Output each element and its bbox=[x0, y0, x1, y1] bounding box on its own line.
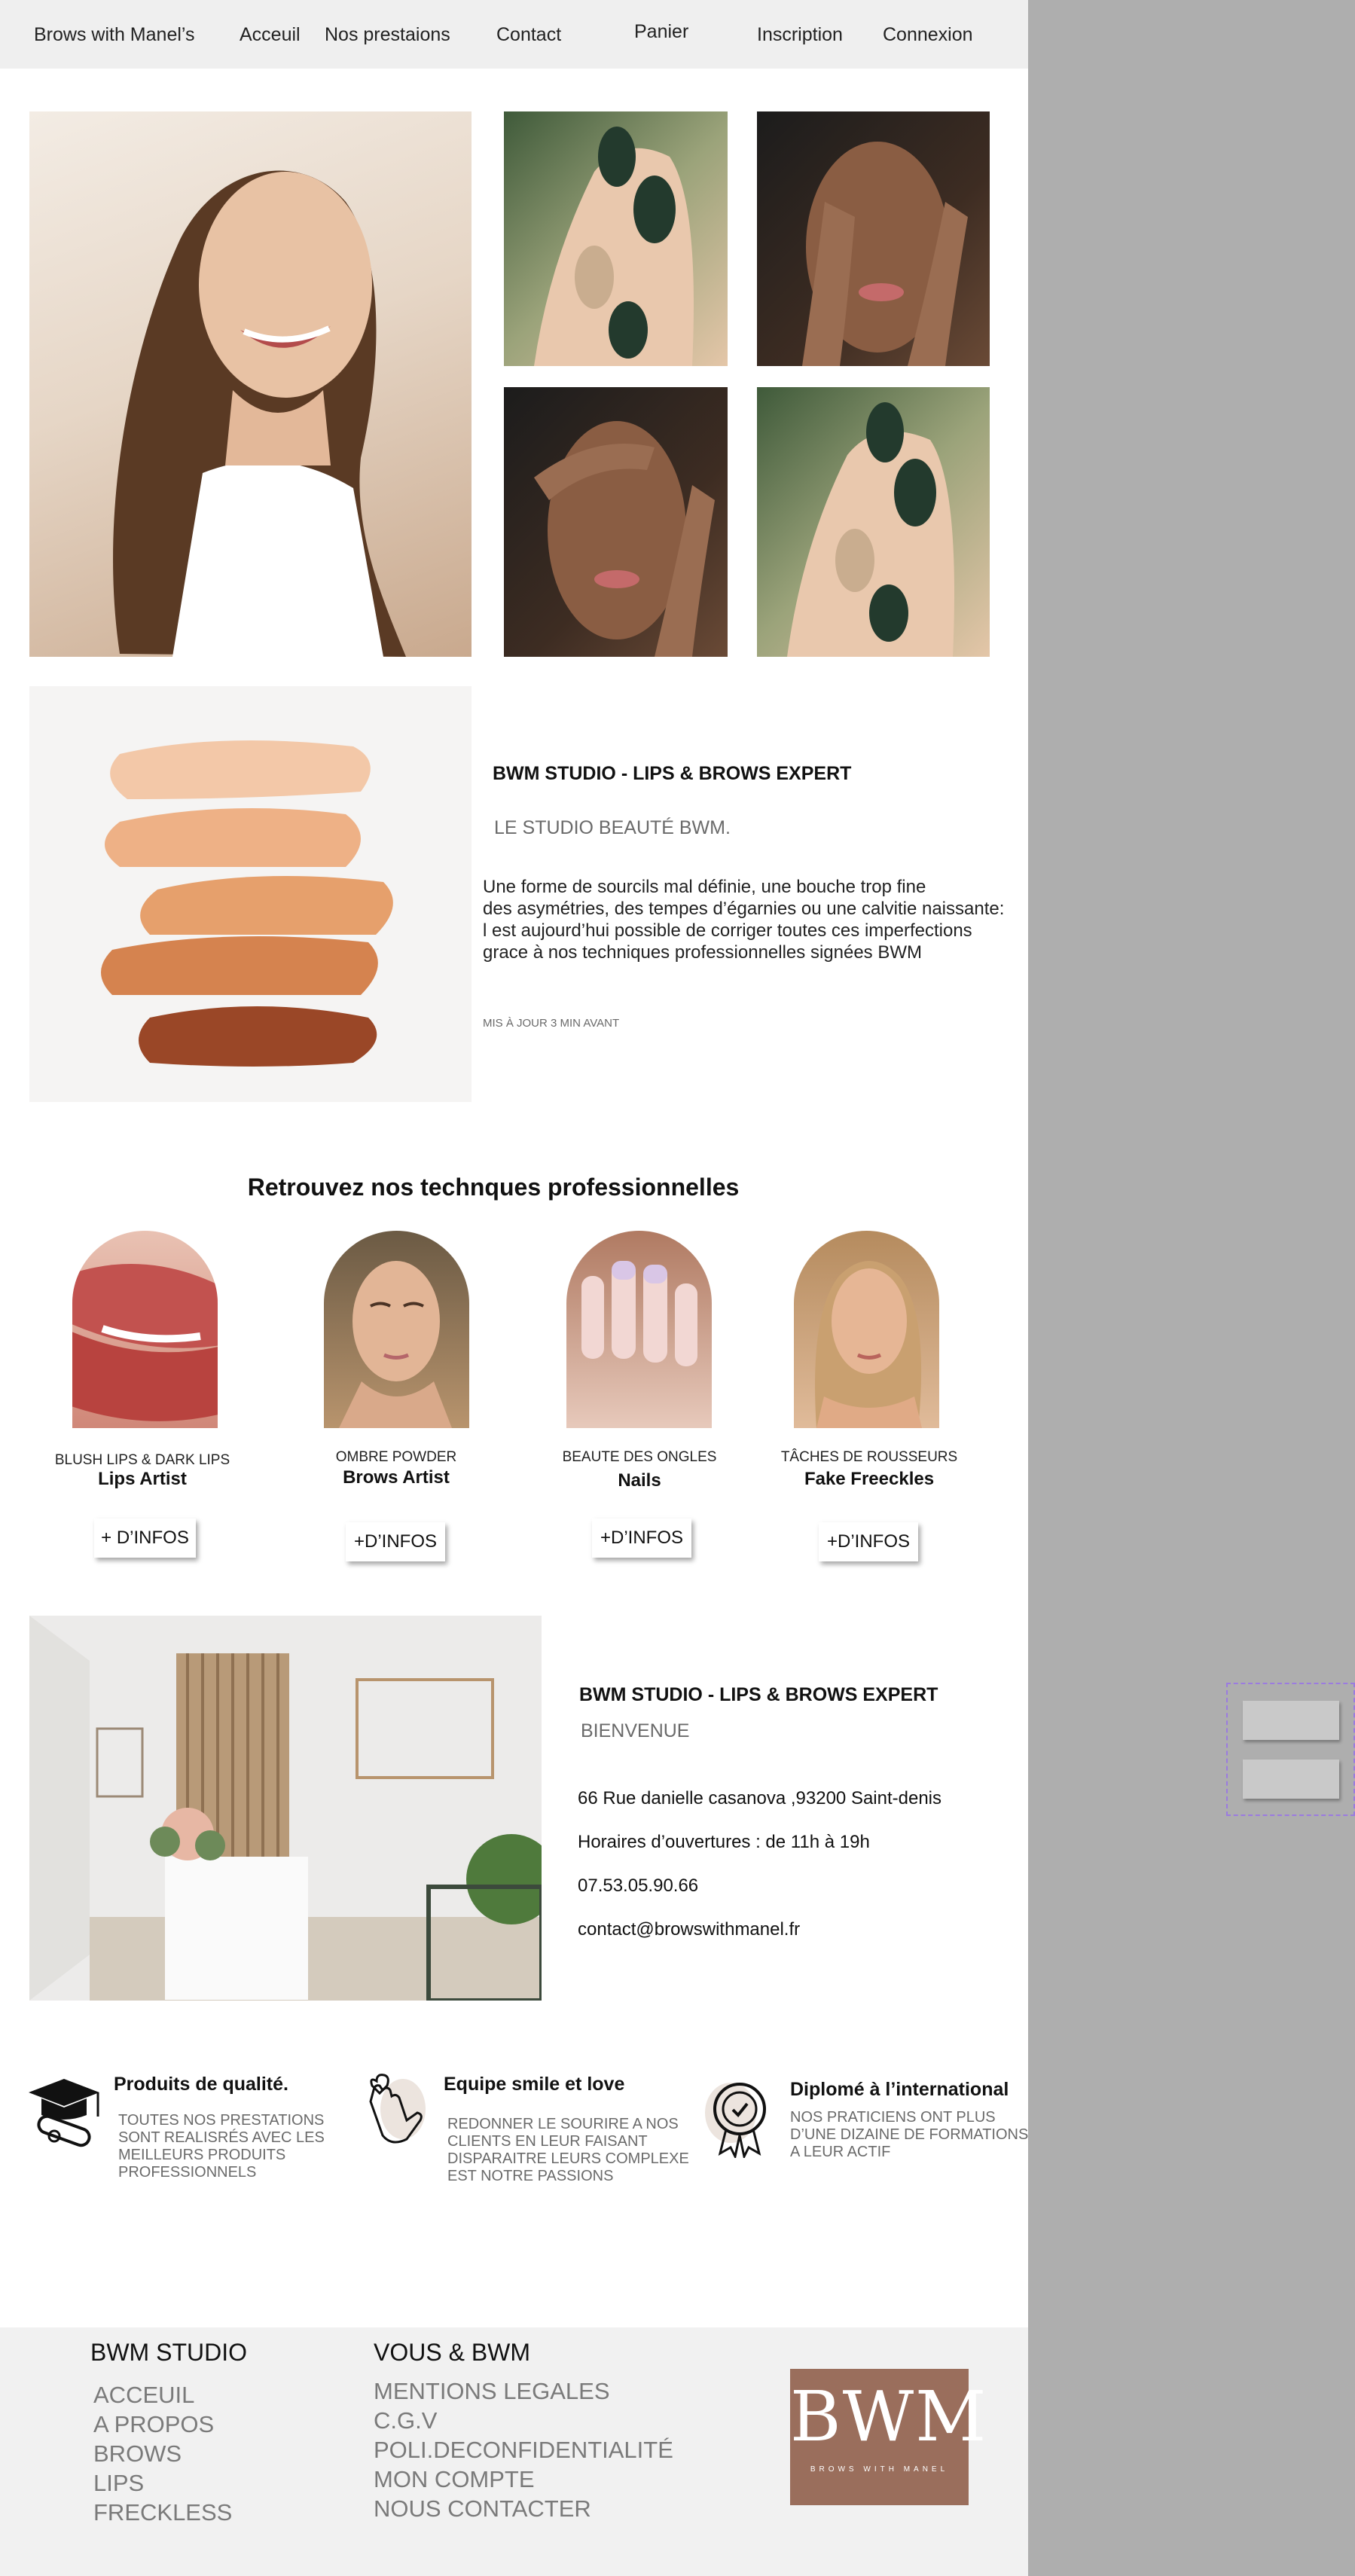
freckles-photo bbox=[794, 1231, 939, 1428]
feature-text-team: REDONNER LE SOURIRE A NOS CLIENTS EN LEU… bbox=[447, 2116, 689, 2185]
more-info-button-nails[interactable]: +D’INFOS bbox=[592, 1518, 691, 1558]
top-nav: Brows with Manel’s Acceuil Nos prestaion… bbox=[0, 0, 1028, 69]
feature-title-quality: Produits de qualité. bbox=[114, 2074, 288, 2095]
heart-hand-icon bbox=[354, 2068, 429, 2150]
nails-photo-1 bbox=[504, 111, 728, 366]
about-body-line: l est aujourd’hui possible de corriger t… bbox=[483, 920, 972, 941]
logo-text: BWM bbox=[790, 2376, 988, 2457]
feature-line: NOS PRATICIENS ONT PLUS bbox=[790, 2109, 996, 2126]
feature-text-diploma: NOS PRATICIENS ONT PLUS D’UNE DIZAINE DE… bbox=[790, 2109, 1028, 2161]
card-category-brows: OMBRE POWDER bbox=[335, 1449, 457, 1465]
feature-text-quality: TOUTES NOS PRESTATIONS SONT REALISRÉS AV… bbox=[118, 2112, 325, 2181]
footer-link-cgv[interactable]: C.G.V bbox=[374, 2407, 437, 2434]
selection-box bbox=[1226, 1683, 1355, 1816]
studio-hours: Horaires d’ouvertures : de 11h à 19h bbox=[578, 1832, 870, 1852]
brows-photo bbox=[324, 1231, 469, 1428]
card-category-lips: BLUSH LIPS & DARK LIPS bbox=[54, 1452, 230, 1468]
footer-link-confidentialite[interactable]: POLI.DECONFIDENTIALITÉ bbox=[374, 2437, 673, 2464]
nav-item-connexion[interactable]: Connexion bbox=[883, 24, 973, 46]
techniques-heading: Retrouvez nos technques professionnelles bbox=[247, 1174, 740, 1201]
feature-title-diploma: Diplomé à l’international bbox=[790, 2079, 1009, 2100]
card-name-brows: Brows Artist bbox=[343, 1467, 450, 1488]
brand-logo[interactable]: BWM BROWS WITH MANEL bbox=[790, 2369, 988, 2505]
logo-subtext: BROWS WITH MANEL bbox=[810, 2465, 949, 2474]
footer-col2-title: VOUS & BWM bbox=[374, 2339, 531, 2366]
studio-title: BWM STUDIO - LIPS & BROWS EXPERT bbox=[579, 1684, 938, 1705]
more-info-button-freckles[interactable]: +D’INFOS bbox=[819, 1522, 918, 1561]
award-badge-icon bbox=[700, 2075, 776, 2160]
card-category-freckles: TÂCHES DE ROUSSEURS bbox=[780, 1449, 958, 1465]
card-category-nails: BEAUTE DES ONGLES bbox=[562, 1449, 717, 1465]
brand-link[interactable]: Brows with Manel’s bbox=[34, 24, 195, 46]
feature-title-team: Equipe smile et love bbox=[444, 2074, 625, 2095]
feature-line: EST NOTRE PASSIONS bbox=[447, 2168, 614, 2184]
portrait-photo-hands-1 bbox=[757, 111, 990, 366]
about-body-line: des asymétries, des tempes d’égarnies ou… bbox=[483, 899, 1005, 919]
footer: BWM STUDIO ACCEUIL A PROPOS BROWS LIPS F… bbox=[0, 2327, 1028, 2576]
footer-link-brows[interactable]: BROWS bbox=[93, 2440, 182, 2468]
studio-phone[interactable]: 07.53.05.90.66 bbox=[578, 1876, 698, 1897]
lips-photo bbox=[72, 1231, 218, 1428]
card-name-nails: Nails bbox=[618, 1470, 661, 1491]
footer-link-mon-compte[interactable]: MON COMPTE bbox=[374, 2466, 535, 2493]
card-name-lips: Lips Artist bbox=[98, 1469, 187, 1489]
feature-line: REDONNER LE SOURIRE A NOS bbox=[447, 2116, 679, 2132]
feature-line: TOUTES NOS PRESTATIONS bbox=[118, 2112, 325, 2129]
nails-photo-2 bbox=[757, 387, 990, 657]
nav-item-panier[interactable]: Panier bbox=[634, 21, 688, 43]
nails-card-photo bbox=[566, 1231, 712, 1428]
feature-line: DISPARAITRE LEURS COMPLEXE bbox=[447, 2150, 689, 2167]
footer-link-a-propos[interactable]: A PROPOS bbox=[93, 2411, 214, 2438]
footer-link-acceuil[interactable]: ACCEUIL bbox=[93, 2382, 194, 2409]
foundation-swatches-photo bbox=[29, 686, 472, 1102]
nav-item-inscription[interactable]: Inscription bbox=[757, 24, 843, 46]
footer-link-mentions[interactable]: MENTIONS LEGALES bbox=[374, 2378, 610, 2405]
feature-line: A LEUR ACTIF bbox=[790, 2144, 891, 2160]
about-body: Une forme de sourcils mal définie, une b… bbox=[483, 876, 1028, 963]
nav-item-prestations[interactable]: Nos prestaions bbox=[325, 24, 450, 46]
nav-item-contact[interactable]: Contact bbox=[496, 24, 561, 46]
nav-item-acceuil[interactable]: Acceuil bbox=[240, 24, 301, 46]
footer-col1-title: BWM STUDIO bbox=[90, 2339, 247, 2366]
studio-email[interactable]: contact@browswithmanel.fr bbox=[578, 1919, 800, 1940]
about-subtitle: LE STUDIO BEAUTÉ BWM. bbox=[494, 817, 731, 838]
about-body-line: grace à nos techniques professionnelles … bbox=[483, 942, 922, 963]
portrait-photo-hands-2 bbox=[504, 387, 728, 657]
feature-line: CLIENTS EN LEUR FAISANT bbox=[447, 2133, 648, 2150]
feature-line: D’UNE DIZAINE DE FORMATIONS bbox=[790, 2126, 1028, 2143]
side-button[interactable] bbox=[1243, 1760, 1339, 1799]
side-button[interactable] bbox=[1243, 1701, 1339, 1740]
studio-interior-photo bbox=[29, 1616, 542, 2001]
footer-link-lips[interactable]: LIPS bbox=[93, 2470, 144, 2497]
feature-line: SONT REALISRÉS AVEC LES bbox=[118, 2129, 325, 2146]
hero-photo-woman-smiling bbox=[29, 111, 472, 657]
footer-link-contact[interactable]: NOUS CONTACTER bbox=[374, 2495, 591, 2523]
more-info-button-brows[interactable]: +D’INFOS bbox=[346, 1522, 445, 1561]
footer-link-freckless[interactable]: FRECKLESS bbox=[93, 2499, 232, 2526]
about-updated-label: MIS À JOUR 3 MIN AVANT bbox=[483, 1017, 620, 1030]
about-body-line: Une forme de sourcils mal définie, une b… bbox=[483, 877, 926, 897]
graduation-icon bbox=[23, 2070, 105, 2153]
feature-line: PROFESSIONNELS bbox=[118, 2164, 257, 2181]
studio-welcome: BIENVENUE bbox=[581, 1720, 690, 1741]
about-title: BWM STUDIO - LIPS & BROWS EXPERT bbox=[493, 763, 852, 784]
more-info-button-lips[interactable]: + D’INFOS bbox=[94, 1518, 196, 1558]
studio-address: 66 Rue danielle casanova ,93200 Saint-de… bbox=[578, 1788, 942, 1808]
card-name-freckles: Fake Freeckles bbox=[804, 1469, 935, 1489]
page: Brows with Manel’s Acceuil Nos prestaion… bbox=[0, 0, 1028, 2576]
feature-line: MEILLEURS PRODUITS bbox=[118, 2147, 286, 2163]
